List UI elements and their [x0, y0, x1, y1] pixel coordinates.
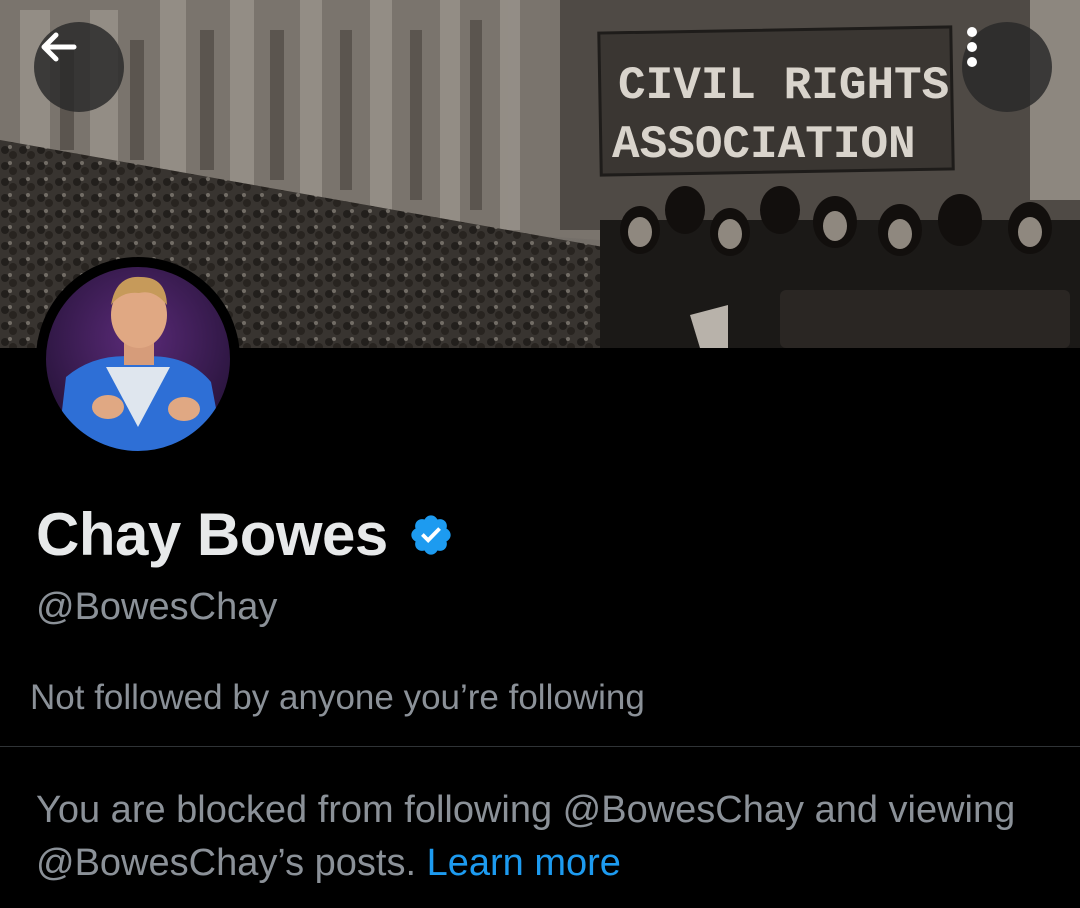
- svg-text:CIVIL RIGHTS: CIVIL RIGHTS: [618, 60, 949, 112]
- blocked-notice: You are blocked from following @BowesCha…: [36, 784, 1036, 890]
- avatar-image: [38, 259, 238, 459]
- svg-text:ASSOCIATION: ASSOCIATION: [612, 119, 916, 171]
- more-vertical-icon: [967, 27, 977, 67]
- more-options-button[interactable]: [962, 22, 1052, 112]
- profile-name: Chay Bowes: [36, 501, 388, 568]
- followed-by-text: Not followed by anyone you’re following: [30, 678, 645, 717]
- avatar[interactable]: [36, 257, 240, 461]
- arrow-left-icon: [41, 32, 77, 62]
- back-button[interactable]: [34, 22, 124, 112]
- verified-badge-icon: [411, 514, 451, 555]
- divider: [0, 746, 1080, 747]
- banner-sign: CIVIL RIGHTS ASSOCIATION: [597, 25, 955, 177]
- learn-more-link[interactable]: Learn more: [427, 842, 621, 884]
- profile-name-row: Chay Bowes: [36, 500, 454, 569]
- profile-handle: @BowesChay: [36, 586, 278, 628]
